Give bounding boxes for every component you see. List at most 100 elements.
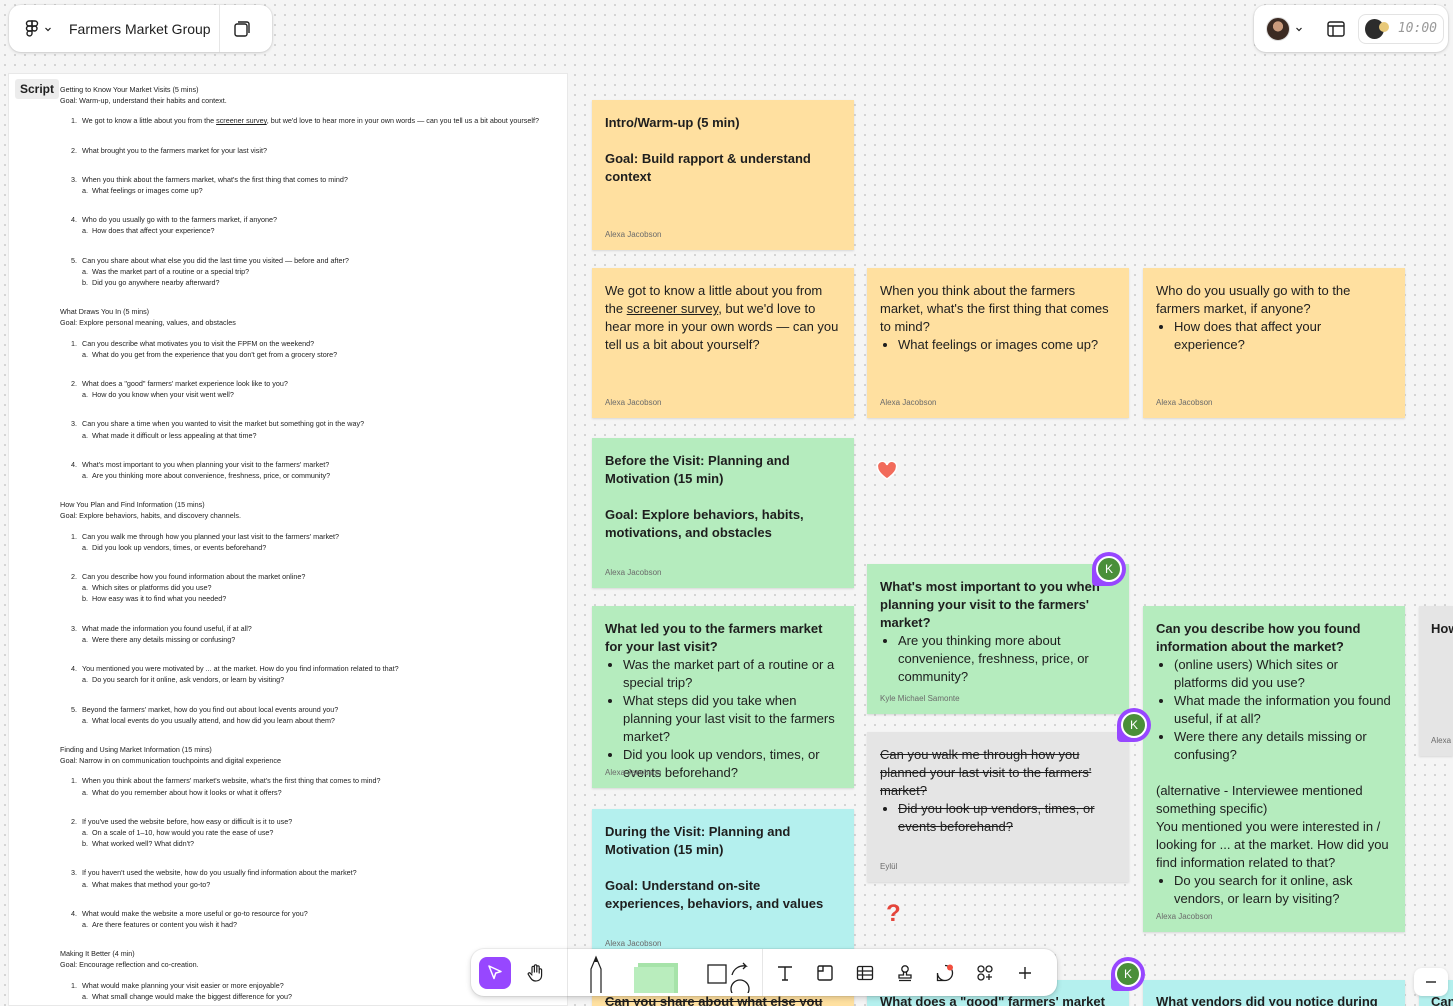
pages-icon [234,20,250,37]
heart-icon[interactable] [876,461,898,481]
collaborator-pin[interactable]: K [1117,708,1151,742]
text-tool-button[interactable] [765,953,805,993]
script-section-title: Making It Better (4 min) [60,949,135,959]
pages-button[interactable] [220,5,264,52]
zoom-out-button[interactable] [1414,968,1448,996]
script-sub-question: a. How does that affect your experience? [82,225,540,236]
pen-tool-button[interactable] [576,953,616,993]
sticky-describe-found[interactable]: Can you describe how you found informati… [1143,606,1405,932]
stamp-tool-button[interactable] [885,953,925,993]
sticky-partial-right[interactable]: How Alexa [1419,606,1453,756]
timer-icon [1365,18,1389,39]
sticky-text: What's most important to you when planni… [880,579,1100,630]
pen-icon [590,954,602,993]
timer-button[interactable]: 10:00 [1358,13,1444,44]
script-question-number: 2. [71,379,77,389]
script-question: 3. When you think about the farmers marke… [71,174,540,185]
script-question-number: 1. [71,776,77,786]
script-question: 1. We got to know a little about you from… [71,115,540,126]
hand-icon [527,963,543,982]
sticky-bottom-3[interactable]: What vendors did you notice during your [1143,980,1405,1006]
sticky-first-thing[interactable]: When you think about the farmers market,… [867,268,1129,418]
collaborator-initial: K [1115,961,1141,987]
script-question-number: 1. [71,116,77,126]
sticky-tool-button[interactable] [628,953,684,993]
move-tool-button[interactable] [479,956,511,989]
script-sub-question: a. What makes that method your go-to? [82,879,540,890]
sticky-what-led[interactable]: What led you to the farmers market for y… [592,606,854,788]
layout-toggle-button[interactable] [1324,17,1348,41]
script-question-number: 2. [71,572,77,582]
widgets-tool-button[interactable] [965,953,1005,993]
script-question-block: 1. We got to know a little about you from… [60,115,540,126]
script-question: 1. Can you walk me through how you planne… [71,531,540,542]
script-question-text: What would make the website a more usefu… [82,908,308,918]
shape-tool-button[interactable] [700,953,760,993]
script-question: 4. Who do you usually go with to the farm… [71,214,540,225]
collaborator-pin[interactable]: K [1092,552,1126,586]
script-label: Script [15,79,60,99]
script-sub-text: Which sites or platforms did you use? [92,583,212,593]
script-sub-marker: a. [82,542,88,552]
script-section-title: Getting to Know Your Market Visits (5 mi… [60,85,199,94]
sticky-about-yourself[interactable]: We got to know a little about you from t… [592,268,854,418]
sticky-alt-note: (alternative - Interviewee mentioned som… [1156,783,1363,816]
main-menu-button[interactable] [25,19,61,38]
sticky-goal: Goal: Explore behaviors, habits, motivat… [605,507,804,540]
script-sub-marker: a. [82,226,88,236]
script-sub-question: a. What feelings or images come up? [82,185,540,196]
sticky-who-with[interactable]: Who do you usually go with to the farmer… [1143,268,1405,418]
sticky-bullet: Did you look up vendors, times, or event… [898,800,1116,836]
script-question-block: 5. Can you share about what else you did … [60,255,540,289]
sticky-before-visit[interactable]: Before the Visit: Planning and Motivatio… [592,438,854,588]
script-question: 3. Can you share a time when you wanted t… [71,418,540,429]
script-question-text: Can you describe what motivates you to v… [82,338,315,348]
hand-tool-button[interactable] [515,953,555,993]
script-question-block: 5. Beyond the farmers' market, how do you… [60,704,540,726]
script-sub-text: How does that affect your experience? [92,226,215,236]
screener-survey-link[interactable]: screener survey [216,116,267,125]
file-name[interactable]: Farmers Market Group [69,21,219,37]
question-mark-icon[interactable]: ? [886,902,901,926]
screener-survey-link[interactable]: screener survey [627,301,719,316]
script-sub-question: a. What do you get from the experience th… [82,349,540,360]
sticky-during-visit[interactable]: During the Visit: Planning and Motivatio… [592,809,854,959]
sticky-text: How [1431,621,1453,636]
section-tool-button[interactable] [805,953,845,993]
script-question: 5. Can you share about what else you did … [71,255,540,266]
script-sub-text: Did you look up vendors, times, or event… [92,542,267,552]
table-tool-button[interactable] [845,953,885,993]
sticky-goal: Goal: Understand on-site experiences, be… [605,878,824,911]
sticky-bullet: (online users) Which sites or platforms … [1174,656,1392,692]
script-sub-marker: a. [82,675,88,685]
sticky-author: Kyle Michael Samonte [880,694,960,703]
script-sub-text: Do you search for it online, ask vendors… [92,675,285,685]
script-sub-marker: b. [82,278,88,288]
script-sub-question: a. Was the market part of a routine or a … [82,266,540,277]
stamp-icon [898,964,912,981]
script-sub-text: Were there any details missing or confus… [92,634,236,644]
comment-tool-button[interactable] [925,953,965,993]
script-sub-marker: a. [82,919,88,929]
widgets-icon [977,964,993,981]
multiplayer-menu[interactable] [1266,16,1304,41]
collaborator-initial: K [1096,556,1122,582]
script-text-fragment: , but we'd love to hear more in your own… [266,116,539,126]
sticky-walk-me-through[interactable]: Can you walk me through how you planned … [867,732,1129,882]
script-text-block[interactable]: Script Getting to Know Your Market Visit… [8,73,568,1006]
script-sub-text: What made it difficult or less appealing… [92,430,257,440]
layout-icon [1327,20,1345,37]
script-sub-text: Was the market part of a routine or a sp… [92,266,250,276]
collaborator-initial: K [1121,712,1147,738]
script-sub-marker: a. [82,634,88,644]
sticky-intro[interactable]: Intro/Warm-up (5 min) Goal: Build rappor… [592,100,854,250]
sticky-most-important[interactable]: What's most important to you when planni… [867,564,1129,714]
script-sub-text: What do you remember about how it looks … [92,787,282,797]
script-sub-question: a. What local events do you usually atten… [82,715,540,726]
script-sub-text: What local events do you usually attend,… [92,715,335,725]
collaborator-pin[interactable]: K [1111,957,1145,991]
script-sub-text: What do you get from the experience that… [92,349,338,359]
user-avatar[interactable] [1266,16,1290,41]
script-question-block: 1. Can you walk me through how you planne… [60,531,540,553]
more-tools-button[interactable] [1005,953,1045,993]
